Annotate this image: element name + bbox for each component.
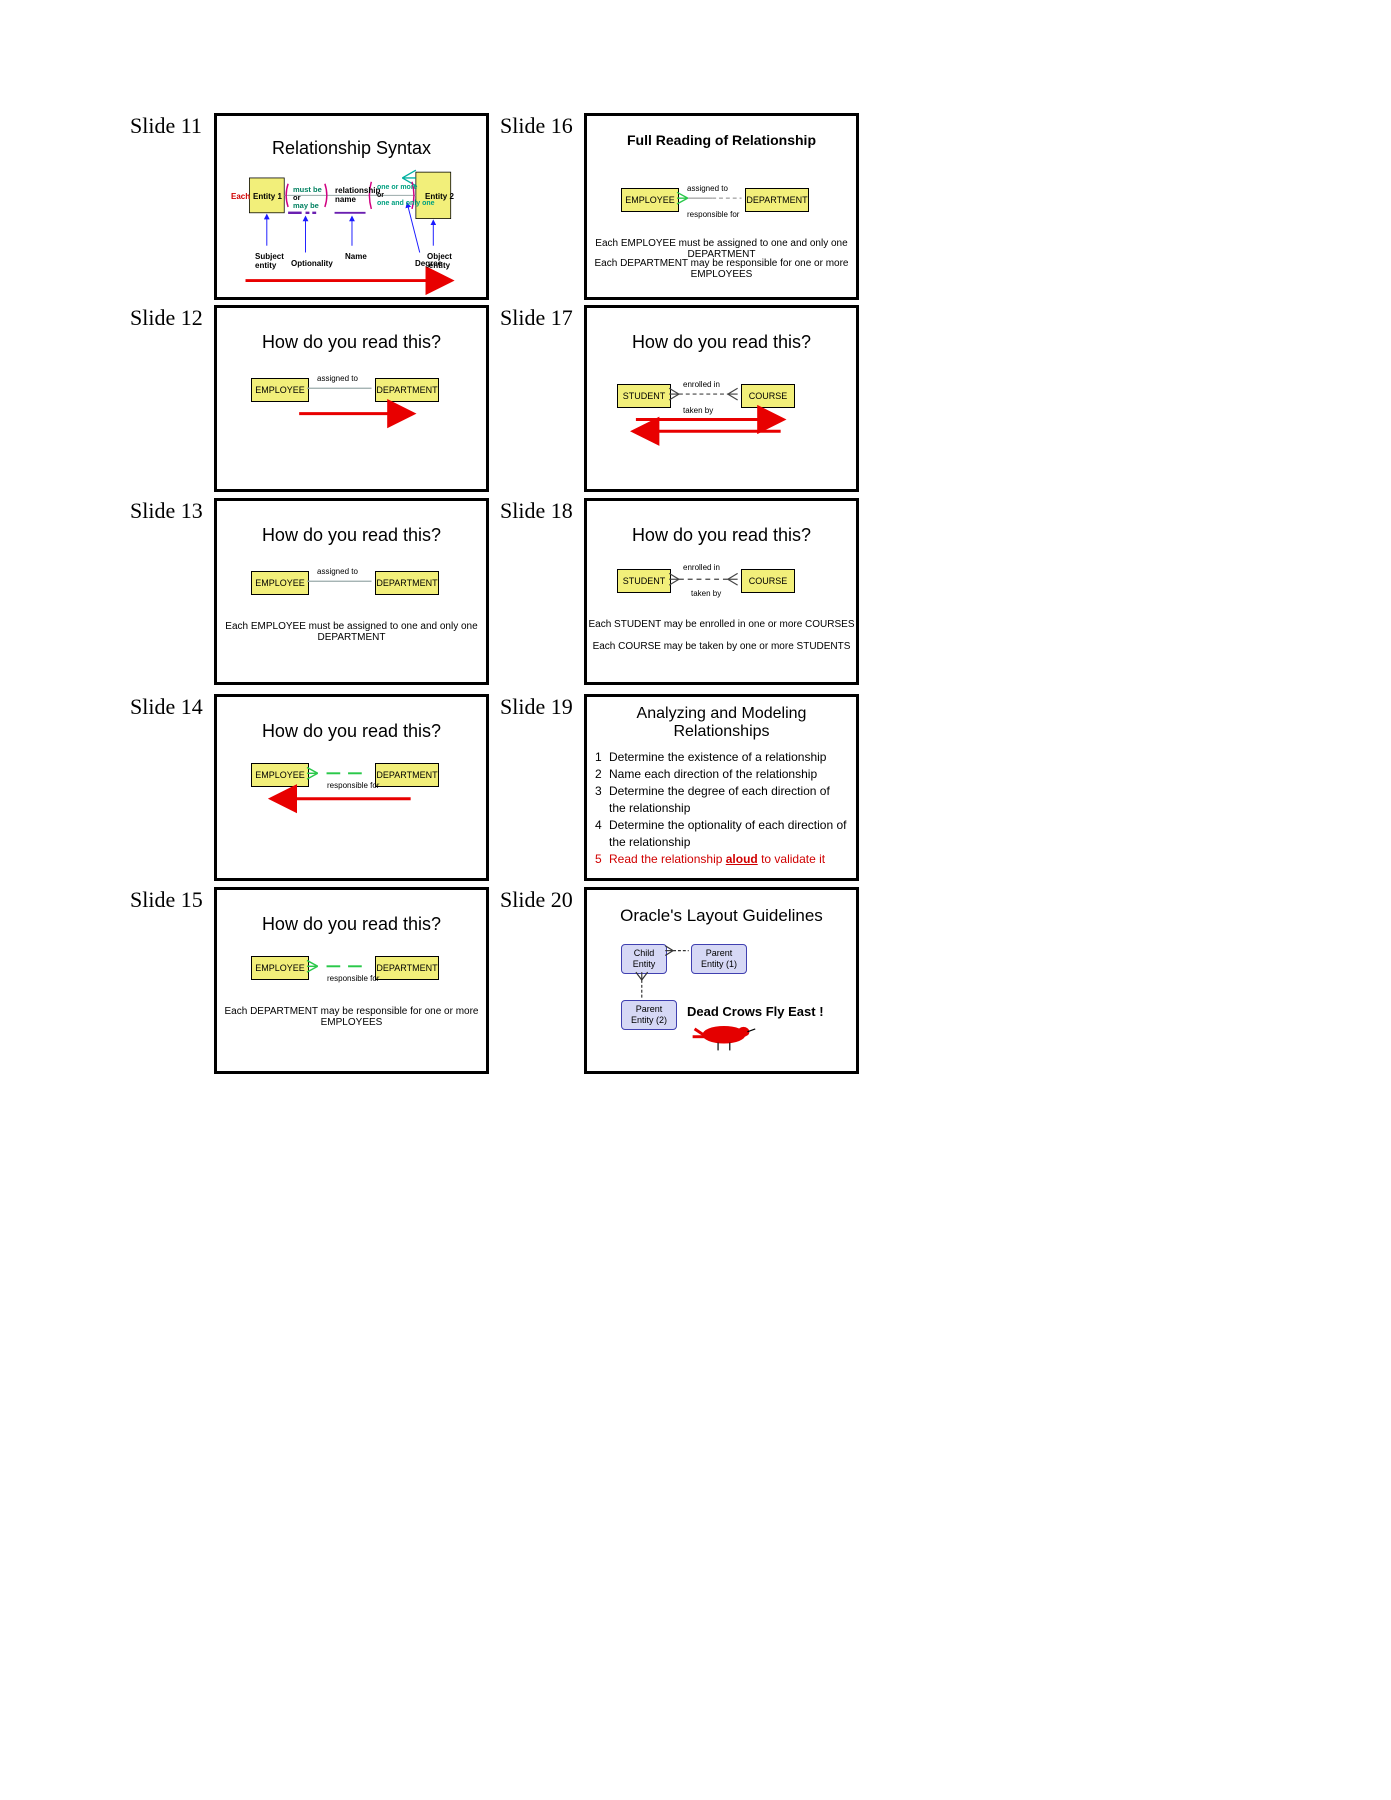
entity1-label: Entity 1 [253, 192, 282, 201]
step-text: Determine the degree of each direction o… [609, 783, 848, 817]
slide-label: Slide 11 [130, 113, 202, 139]
oneormore-label: one or more [377, 184, 435, 192]
body-line-2: Each COURSE may be taken by one or more … [587, 641, 856, 652]
step-text: Determine the existence of a relationshi… [609, 749, 826, 766]
slide-20: Oracle's Layout Guidelines Child Entity … [584, 887, 859, 1074]
step-text: Name each direction of the relationship [609, 766, 817, 783]
slide-label: Slide 20 [500, 887, 573, 913]
step-text: Read the relationship aloud to validate … [609, 851, 825, 868]
slide-15: How do you read this? EMPLOYEE DEPARTMEN… [214, 887, 489, 1074]
crow-icon [693, 1026, 756, 1050]
step-text: Determine the optionality of each direct… [609, 817, 848, 851]
slide-label: Slide 19 [500, 694, 573, 720]
slide-14: How do you read this? EMPLOYEE DEPARTMEN… [214, 694, 489, 881]
deadcrows-text: Dead Crows Fly East ! [687, 1004, 824, 1019]
slide-label: Slide 14 [130, 694, 203, 720]
step-num: 3 [595, 783, 609, 817]
body-line: Each DEPARTMENT may be responsible for o… [217, 1006, 486, 1028]
slide-label: Slide 16 [500, 113, 573, 139]
diagram-svg [587, 501, 856, 684]
step-num: 2 [595, 766, 609, 783]
or2-label: or [377, 192, 435, 200]
step-num: 5 [595, 851, 609, 868]
slide-11: Relationship Syntax [214, 113, 489, 300]
slide-16: Full Reading of Relationship EMPLOYEE DE… [584, 113, 859, 300]
slide-title: Analyzing and Modeling Relationships [587, 705, 856, 741]
diagram-svg [217, 697, 486, 880]
maybe-label: may be [293, 202, 322, 210]
body-line-1: Each EMPLOYEE must be assigned to one an… [587, 238, 856, 260]
slide-label: Slide 12 [130, 305, 203, 331]
step-list: 1Determine the existence of a relationsh… [595, 749, 848, 868]
slide-label: Slide 13 [130, 498, 203, 524]
step-num: 1 [595, 749, 609, 766]
slide-label: Slide 15 [130, 887, 203, 913]
subject-label: Subject entity [255, 252, 284, 270]
step-num: 4 [595, 817, 609, 851]
optionality-label: Optionality [291, 259, 333, 268]
each-label: Each [231, 192, 250, 201]
slide-18: How do you read this? STUDENT COURSE enr… [584, 498, 859, 685]
diagram-svg [217, 308, 486, 491]
relname-label: relationship name [335, 186, 380, 204]
page: Slide 11 Relationship Syntax [0, 0, 1391, 1800]
diagram-svg [217, 501, 486, 684]
slide-label: Slide 17 [500, 305, 573, 331]
object-label: Object entity [427, 252, 452, 270]
body-line-2: Each DEPARTMENT may be responsible for o… [587, 258, 856, 280]
body-line-1: Each STUDENT may be enrolled in one or m… [587, 619, 856, 630]
slide-12: How do you read this? EMPLOYEE DEPARTMEN… [214, 305, 489, 492]
layout-svg [587, 890, 856, 1073]
name-label: Name [345, 252, 367, 261]
body-line: Each EMPLOYEE must be assigned to one an… [217, 621, 486, 643]
diagram-svg [217, 890, 486, 1073]
diagram-svg [587, 308, 856, 491]
slide-19: Analyzing and Modeling Relationships 1De… [584, 694, 859, 881]
slide-17: How do you read this? STUDENT COURSE enr… [584, 305, 859, 492]
slide-13: How do you read this? EMPLOYEE DEPARTMEN… [214, 498, 489, 685]
oneandonlyone-label: one and only one [377, 200, 435, 208]
slide-label: Slide 18 [500, 498, 573, 524]
